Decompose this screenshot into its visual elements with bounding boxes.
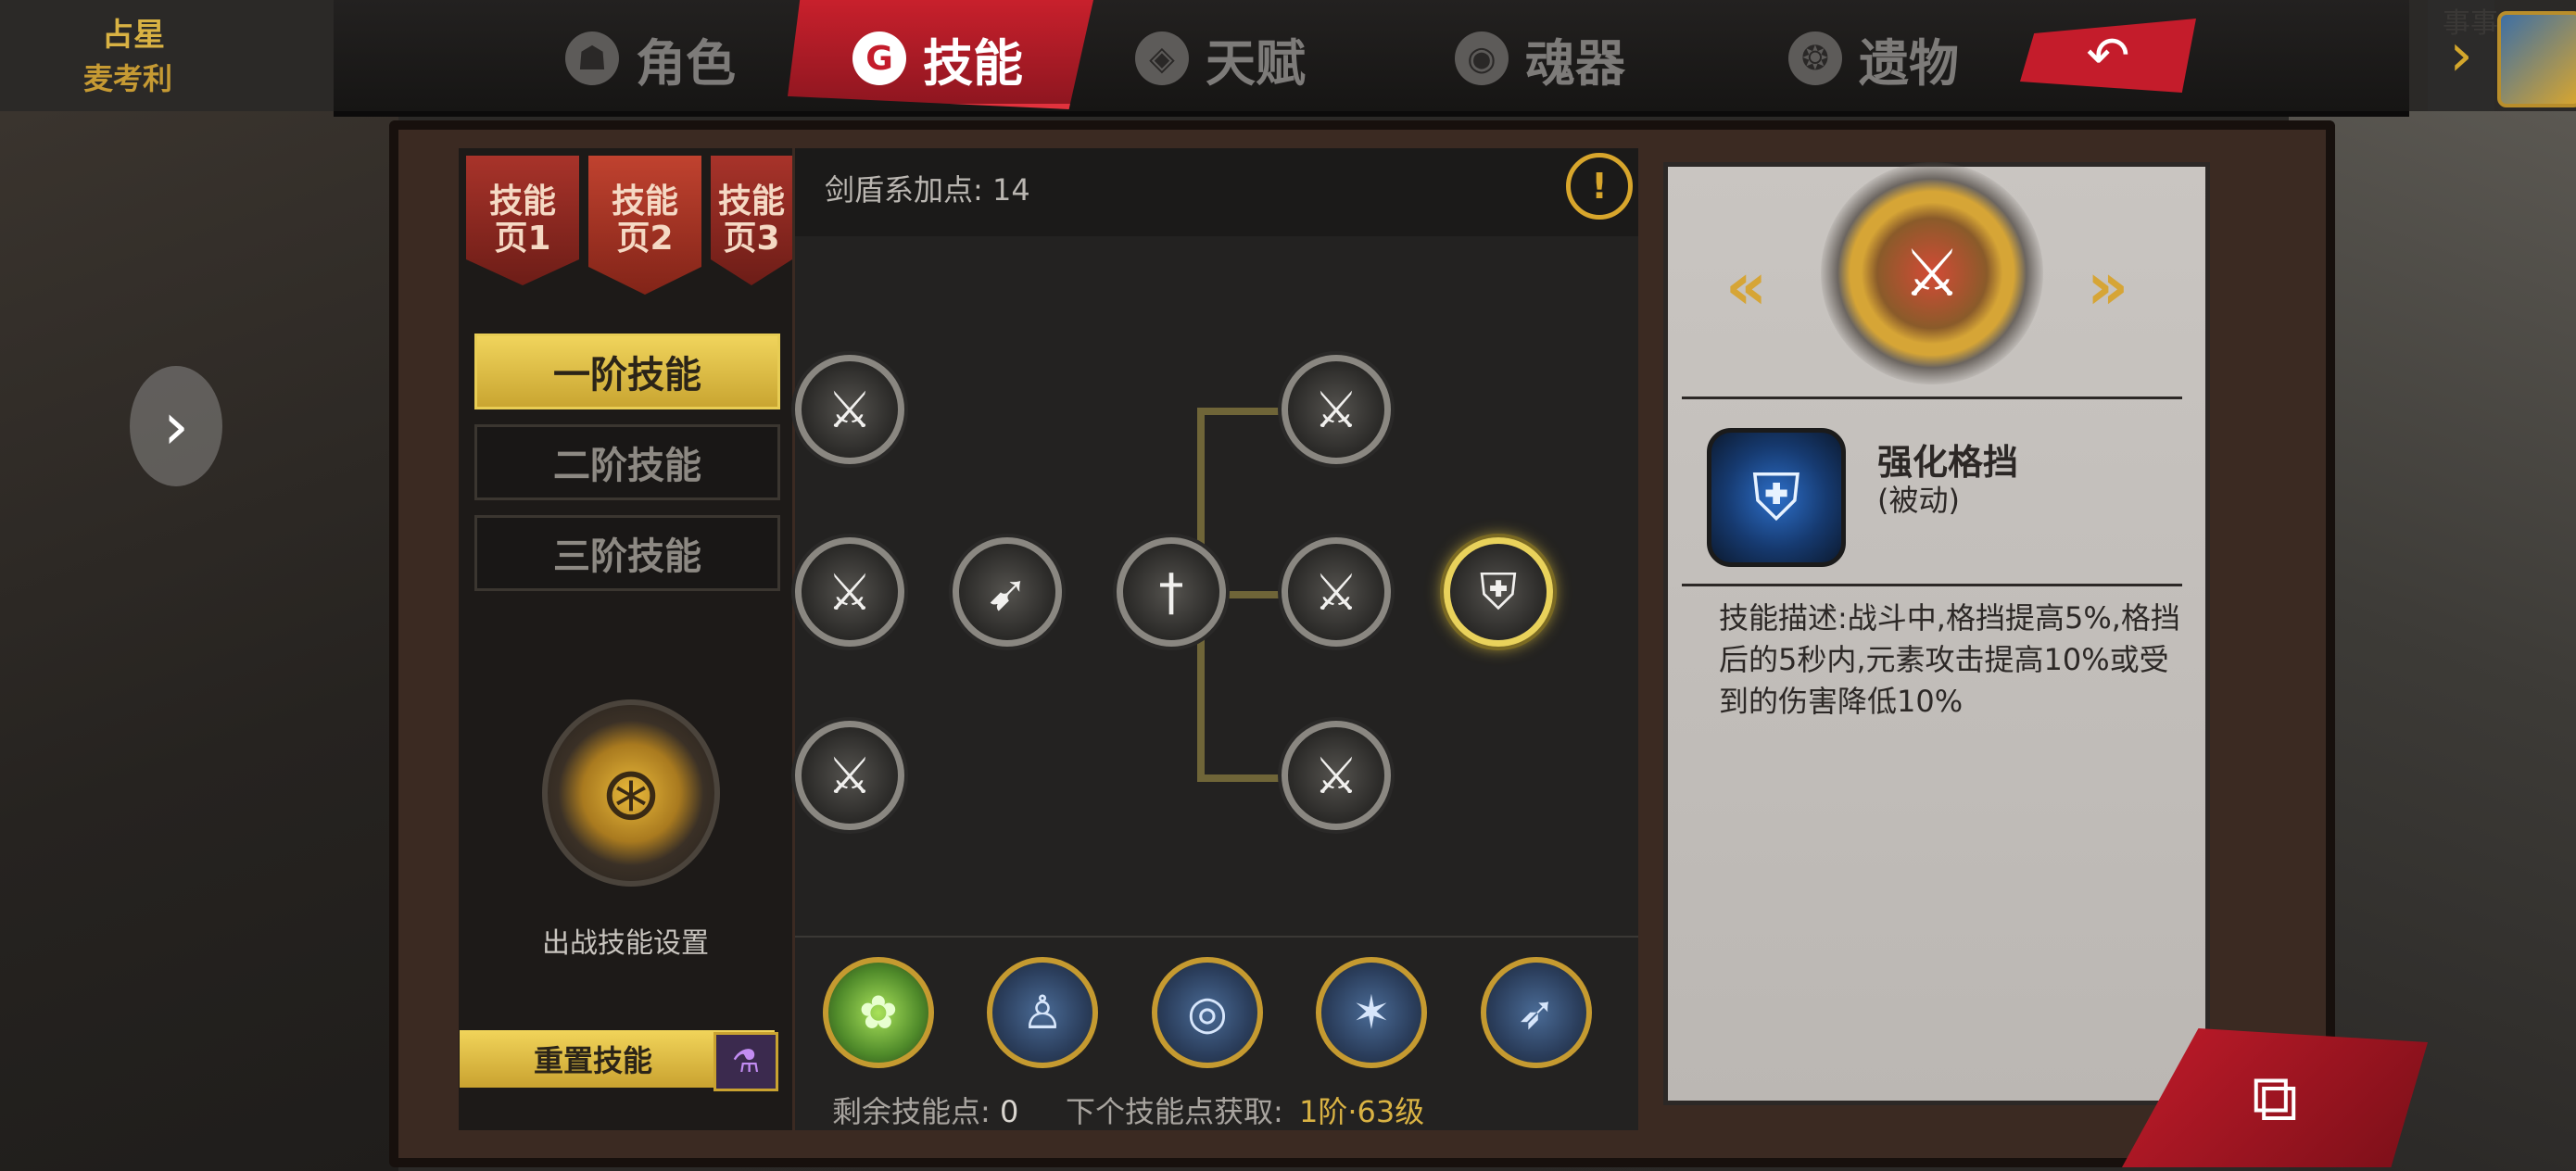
tier-3-skills-button[interactable]: 三阶技能 [474,515,780,591]
swordsman-icon: ⚔ [827,746,873,805]
tree-divider [795,936,1638,938]
corner-faint-text: 事事 [2443,7,2498,40]
detail-divider-top [1682,397,2182,399]
remaining-skill-points: 剩余技能点: 0 [832,1089,1018,1131]
back-arrow-icon: ↶ [2086,25,2130,86]
remaining-label: 剩余技能点: [832,1094,991,1129]
talent-icon: ◈ [1135,31,1189,85]
soul-vessel-icon: ◉ [1455,31,1509,85]
bottom-skill-4[interactable]: ✶ [1316,957,1427,1068]
bottom-skill-1[interactable]: ✿ [823,957,934,1068]
swordsman-icon: ⚔ [827,380,873,439]
relic-icon: ❂ [1788,31,1842,85]
tier-1-skills-button[interactable]: 一阶技能 [474,334,780,409]
skill-node-sword-branch-top[interactable]: ⚔ [1282,355,1391,464]
shield-lightning-icon: ⛨ [1707,428,1846,567]
skill-node-shield-lightning[interactable]: ⛨ [1444,537,1553,647]
next-point-value: 1阶·63级 [1299,1094,1425,1129]
skill-node-swordsman-strike-1[interactable]: ⚔ [795,355,904,464]
tab-label: 遗物 [1859,33,1959,93]
detail-divider-bottom [1682,584,2182,586]
bottom-skill-2[interactable]: ♙ [987,957,1098,1068]
skill-node-sword-root[interactable]: † [1117,537,1226,647]
character-name-label: 麦考利 [83,61,173,96]
tree-connector-top [1197,408,1281,415]
shield-lightning-icon: ⛨ [1479,562,1518,621]
tab-label: 天赋 [1206,33,1306,93]
tab-relic[interactable]: ❂ 遗物 [1788,17,1959,100]
next-point-label: 下个技能点获取: [1066,1094,1283,1129]
left-scene-area [0,111,398,1171]
remaining-value: 0 [999,1094,1019,1129]
tab-talent[interactable]: ◈ 天赋 [1135,17,1306,100]
sword-shield-points-label: 剑盾系加点: 14 [825,172,1030,208]
bottom-skill-3[interactable]: ◎ [1152,957,1263,1068]
tab-soul-vessel[interactable]: ◉ 魂器 [1455,17,1625,100]
skill-node-wing-slash[interactable]: ➹ [953,537,1062,647]
avatar[interactable] [2497,11,2576,107]
sword-icon: † [1158,562,1184,622]
tab-character[interactable]: ☗ 角色 [565,17,736,100]
skill-node-swordsman-strike-3[interactable]: ⚔ [795,721,904,830]
swordsman-icon: ⚔ [827,562,873,622]
bottom-skill-5[interactable]: ➶ [1481,957,1592,1068]
skill-node-sword-branch-bottom[interactable]: ⚔ [1282,721,1391,830]
helmet-icon: ☗ [565,31,619,85]
sword-icon: ⚔ [1313,562,1359,622]
left-panel [459,148,792,1130]
corner-menu-icon: ⧉ [2252,1059,2298,1136]
reset-skills-label: 重置技能 [534,1043,653,1078]
spirit-burst-icon: ✶ [1352,986,1391,1039]
expand-left-arrow-icon[interactable]: › [130,366,222,486]
astrology-label[interactable]: 占星 [102,9,165,55]
reset-potion-icon: ⚗ [713,1032,778,1091]
eye-rune-icon: ◎ [1187,986,1228,1039]
skill-type: (被动) [1877,483,1960,518]
battle-skill-setup-icon[interactable]: ⊛ [542,699,720,887]
wing-slash-icon: ➹ [986,562,1029,622]
skill-page-1-tab[interactable]: 技能 页1 [466,156,579,285]
tier-2-skills-button[interactable]: 二阶技能 [474,424,780,500]
skill-emblem-icon: ⚔ [1821,162,2043,384]
figure-aura-icon: ♙ [1021,986,1064,1039]
battle-skill-setup-label: 出战技能设置 [542,927,709,960]
skill-node-sword-branch-mid[interactable]: ⚔ [1282,537,1391,647]
tree-connector-mid [1228,591,1281,598]
sword-icon: ⚔ [1313,380,1359,439]
tree-connector-bottom [1197,774,1281,782]
green-orb-icon: ✿ [859,986,898,1039]
next-skill-arrow-icon[interactable]: » [2087,248,2128,324]
dash-runner-icon: ➶ [1517,986,1556,1039]
tab-skills[interactable]: G 技能 [852,17,1023,100]
alert-icon[interactable]: ! [1566,153,1633,220]
tab-label: 角色 [636,33,736,93]
skill-description: 技能描述:战斗中,格挡提高5%,格挡后的5秒内,元素攻击提高10%或受到的伤害降… [1719,600,2180,719]
prev-skill-arrow-icon[interactable]: « [1725,248,1767,324]
sword-icon: ⚔ [1313,746,1359,805]
skill-page-2-tab[interactable]: 技能 页2 [588,156,701,295]
tab-label: 技能 [923,33,1023,93]
skill-page-3-tab[interactable]: 技能 页3 [711,156,792,285]
skill-node-swordsman-strike-2[interactable]: ⚔ [795,537,904,647]
tab-label: 魂器 [1525,33,1625,93]
skill-swirl-icon: G [852,31,906,85]
